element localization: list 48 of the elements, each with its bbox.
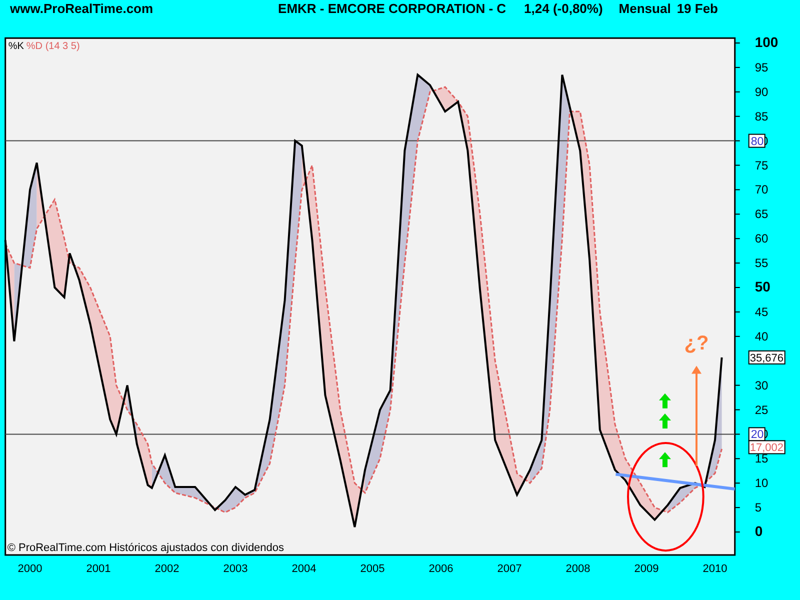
y-axis-label: 10 (754, 476, 768, 490)
x-axis-label: 2003 (223, 562, 248, 575)
y-axis-label: 85 (754, 109, 768, 124)
site-link[interactable]: www.ProRealTime.com (10, 0, 154, 19)
y-axis-label: 25 (754, 402, 768, 417)
ref-line-label: 80 (750, 136, 764, 148)
up-arrow-icon (659, 413, 671, 428)
legend-parameters: (14 3 5) (45, 41, 80, 52)
y-axis-label: 40 (754, 329, 768, 344)
y-axis-label: 5 (754, 500, 762, 515)
x-axis-label: 2009 (634, 562, 659, 575)
x-axis-label: 2004 (292, 562, 316, 575)
y-axis-label: 70 (754, 182, 768, 197)
level-tag: 20 (748, 427, 766, 442)
x-axis-label: 2008 (566, 562, 590, 575)
period-label: Mensual (618, 0, 671, 18)
k-legend-label: %K (8, 41, 24, 52)
x-axis-label: 2001 (86, 562, 111, 575)
y-axis-label: 90 (754, 84, 768, 99)
x-axis-label: 2005 (360, 562, 385, 575)
x-axis-label: 2007 (497, 562, 522, 575)
ref-line-label: 20 (750, 429, 764, 442)
y-axis-label: 45 (754, 304, 768, 319)
y-axis-label: 50 (754, 278, 770, 294)
value-tag: 35,676 (748, 350, 786, 364)
y-axis-label: 15 (754, 452, 768, 466)
d-legend-label: %D (26, 41, 42, 52)
y-axis-label: 60 (754, 232, 768, 246)
y-axis-label: 65 (754, 207, 768, 222)
y-axis-label: 100 (754, 34, 778, 50)
x-axis-label: 2002 (154, 562, 180, 575)
y-axis-label: 95 (754, 60, 768, 74)
question-mark-label: ¿? (684, 332, 709, 355)
footer-note: © ProRealTime.com Históricos ajustados con dividendos (7, 542, 284, 554)
x-axis-label: 2010 (702, 562, 728, 575)
y-axis-label: 75 (754, 158, 768, 172)
y-axis-label: 0 (754, 523, 763, 539)
x-axis-label: 2006 (428, 562, 454, 575)
level-tag: 80 (748, 134, 766, 148)
y-axis-label: 55 (754, 256, 768, 270)
x-axis-label: 2000 (18, 562, 42, 575)
price-label: 1,24 (-0,80%) (524, 0, 603, 18)
up-arrow-icon (659, 393, 671, 408)
value-tag: 17,002 (748, 440, 786, 454)
date-label: 19 Feb (676, 0, 718, 18)
up-arrow-icon (659, 452, 671, 468)
y-axis-label: 30 (754, 378, 768, 392)
chart-title: EMKR - EMCORE CORPORATION - C (278, 0, 506, 18)
